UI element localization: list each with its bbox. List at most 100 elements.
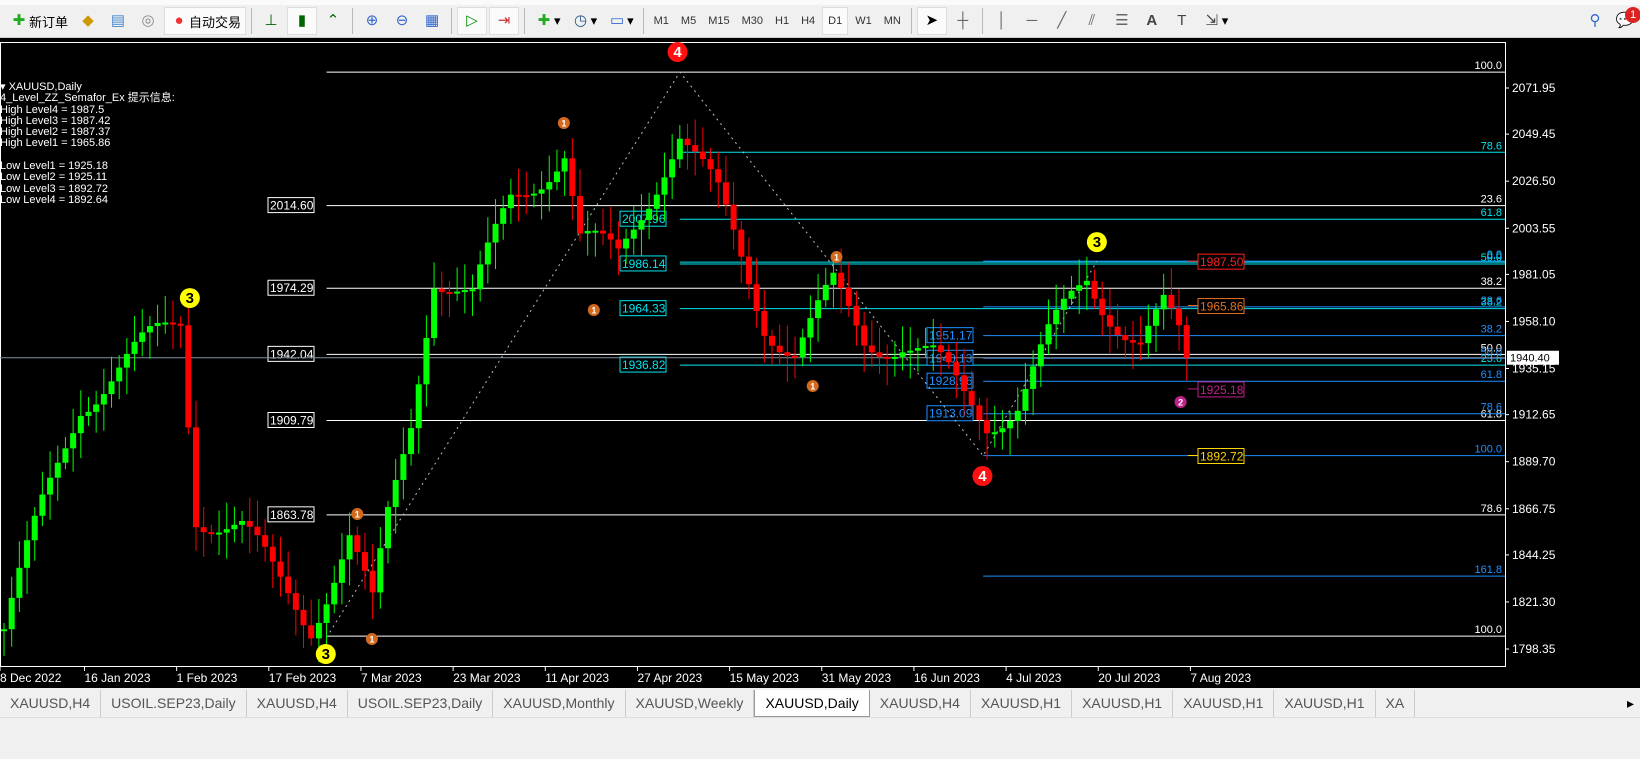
info-line: Low Level2 = 1925.11 (0, 171, 108, 184)
templates-button[interactable]: ▭ ▾ (603, 7, 638, 35)
bar-chart-button[interactable]: ⊥ (257, 7, 285, 35)
trendline-tool[interactable]: ╱ (1048, 7, 1076, 35)
candle-body (907, 350, 914, 353)
chart-shift-button[interactable]: ⇥ (489, 7, 520, 35)
indicators-button[interactable]: ✚ ▾ (530, 7, 565, 35)
text-tool[interactable]: A (1138, 7, 1166, 35)
candle-body (1076, 285, 1083, 291)
candle-body (792, 355, 799, 358)
candle-body (538, 189, 545, 194)
timeframe-m30[interactable]: M30 (737, 7, 768, 35)
messages-button[interactable]: 💬 1 (1611, 7, 1640, 35)
auto-trading-button[interactable]: ● 自动交易 (164, 7, 247, 35)
fib-level-label: 100.0 (1474, 624, 1502, 636)
candle-body (1099, 298, 1106, 316)
search-button[interactable]: ⚲ (1581, 7, 1609, 35)
text-label-tool[interactable]: T (1168, 7, 1196, 35)
auto-scroll-button[interactable]: ▷ (457, 7, 488, 35)
candle-body (262, 535, 269, 547)
candle-body (1022, 388, 1029, 411)
horizontal-line-icon: ─ (1026, 12, 1038, 29)
candle-body (169, 322, 176, 325)
candle-body (193, 427, 199, 528)
candle-body (377, 548, 384, 593)
chart-tab[interactable]: XAUUSD,H1 (971, 690, 1073, 717)
line-chart-button[interactable]: ⌃ (319, 7, 347, 35)
status-area (0, 718, 1640, 759)
indicator-name: 4_Level_ZZ_Semafor_Ex 提示信息: (0, 92, 175, 105)
candle-body (415, 384, 422, 429)
timeframe-w1[interactable]: W1 (850, 7, 877, 35)
candle-body (139, 332, 146, 342)
timeframe-h4[interactable]: H4 (796, 7, 820, 35)
timeframe-m1[interactable]: M1 (649, 7, 674, 35)
chart-tab[interactable]: XAUUSD,H4 (0, 690, 102, 717)
fibonacci-tool[interactable]: ☰ (1108, 7, 1136, 35)
signals-button[interactable]: ◎ (134, 7, 162, 35)
price-tick-label: 1889.70 (1512, 455, 1556, 469)
chart-tab[interactable]: XAUUSD,H1 (1173, 690, 1275, 717)
candle-body (922, 345, 929, 349)
semafor-marker-label: 1 (369, 635, 374, 645)
chart-tab[interactable]: XAUUSD,Weekly (626, 690, 755, 717)
candle-body (1060, 298, 1067, 310)
candle-body (584, 230, 591, 234)
timeframe-m15[interactable]: M15 (703, 7, 734, 35)
tab-scroll-right-icon[interactable]: ▸ (1621, 690, 1640, 717)
candle-body (699, 151, 706, 160)
candle-body (930, 345, 937, 348)
fibonacci-icon: ☰ (1115, 12, 1129, 29)
candle-body (553, 171, 560, 183)
candle-body (592, 230, 599, 233)
chart-tab[interactable]: XAUUSD,Daily (754, 690, 870, 717)
candle-body (607, 233, 614, 240)
candle-body (108, 381, 115, 395)
cursor-icon: ➤ (925, 12, 939, 29)
navigator-button[interactable]: ▤ (104, 7, 132, 35)
timeframe-mn[interactable]: MN (879, 7, 906, 35)
chart-canvas[interactable]: 2071.95 2049.45 2026.50 2003.55 1981.05 1958.… (0, 38, 1640, 688)
vertical-line-tool[interactable]: │ (988, 7, 1016, 35)
crosshair-tool[interactable]: ┼ (949, 7, 977, 35)
info-line: High Level1 = 1965.86 (0, 137, 111, 150)
zoom-out-button[interactable]: ⊖ (388, 7, 416, 35)
zoom-in-button[interactable]: ⊕ (358, 7, 386, 35)
market-watch-button[interactable]: ◆ (74, 7, 102, 35)
chart-tab[interactable]: XA (1376, 690, 1416, 717)
chart-tab[interactable]: USOIL.SEP23,Daily (348, 690, 494, 717)
candle-body (838, 272, 845, 288)
cursor-tool[interactable]: ➤ (916, 7, 947, 35)
timeframe-h1[interactable]: H1 (770, 7, 794, 35)
date-tick-label: 23 Mar 2023 (453, 671, 521, 685)
crosshair-icon: ┼ (957, 12, 969, 29)
candle-body (24, 540, 31, 568)
horizontal-line-tool[interactable]: ─ (1018, 7, 1046, 35)
candle-body (1, 629, 7, 632)
timeframe-d1[interactable]: D1 (822, 7, 849, 35)
candle-body (131, 341, 138, 354)
candle-body (861, 325, 868, 346)
chart-tab[interactable]: XAUUSD,Monthly (493, 690, 626, 717)
equidistant-channel-tool[interactable]: ⫽ (1078, 7, 1106, 35)
candle-body (154, 322, 161, 327)
candle-body (446, 292, 453, 295)
semafor-marker-label: 1 (810, 382, 815, 392)
candle-body (815, 300, 822, 319)
chart-tab[interactable]: XAUUSD,H1 (1072, 690, 1174, 717)
periods-button[interactable]: ◷ ▾ (567, 7, 602, 35)
semafor-marker-label: 1 (561, 118, 566, 128)
chart-tab[interactable]: USOIL.SEP23,Daily (101, 690, 247, 717)
price-chart[interactable]: 2071.95 2049.45 2026.50 2003.55 1981.05 1958.… (0, 38, 1640, 688)
chart-tab[interactable]: XAUUSD,H1 (1274, 690, 1376, 717)
candle-body (669, 159, 676, 178)
chart-tab[interactable]: XAUUSD,H4 (870, 690, 971, 717)
chart-tab[interactable]: XAUUSD,H4 (247, 690, 348, 717)
candlestick-chart-button[interactable]: ▮ (287, 7, 318, 35)
timeframe-m5[interactable]: M5 (676, 7, 701, 35)
arrows-tool[interactable]: ⇲ ▾ (1198, 7, 1233, 35)
tile-windows-button[interactable]: ▦ (418, 7, 446, 35)
candle-body (845, 287, 852, 306)
new-order-button[interactable]: ✚ 新订单 (5, 7, 72, 35)
candle-body (408, 428, 415, 455)
candle-body (891, 356, 898, 359)
